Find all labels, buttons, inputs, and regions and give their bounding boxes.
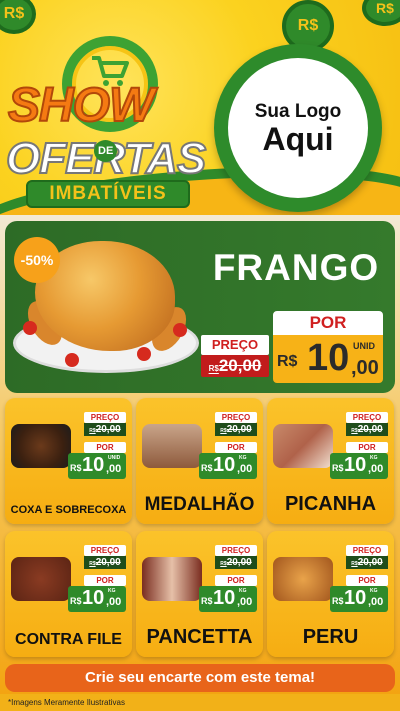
steak-icon bbox=[11, 557, 71, 601]
preco-label: PREÇO bbox=[201, 335, 269, 355]
por-label: POR bbox=[273, 311, 383, 335]
product-new-price: POR R$ 10 UNID ,00 bbox=[68, 442, 126, 479]
por-label: POR bbox=[84, 575, 126, 586]
logo-text-line1: Sua Logo bbox=[254, 101, 342, 122]
new-price-value: R$ 10 KG ,00 bbox=[199, 586, 257, 612]
por-label: POR bbox=[215, 442, 257, 453]
roast-turkey-icon bbox=[273, 557, 333, 601]
preco-label: PREÇO bbox=[215, 412, 257, 423]
product-name: MEDALHÃO bbox=[144, 494, 255, 515]
preco-label: PREÇO bbox=[84, 545, 126, 556]
pancetta-icon bbox=[142, 557, 202, 601]
cta-banner[interactable]: Crie seu encarte com este tema! bbox=[5, 664, 395, 692]
footer-disclaimer: *Imagens Meramente Ilustrativas bbox=[0, 694, 400, 711]
product-new-price: POR R$ 10 KG ,00 bbox=[199, 575, 257, 612]
hero-new-price: POR R$ 10 UNID ,00 bbox=[273, 311, 383, 383]
product-card: PREÇO R$20,00 POR R$ 10 KG ,00 CONTRA FILE bbox=[5, 531, 132, 657]
product-card: PREÇO R$20,00 POR R$ 10 KG ,00 PANCETTA bbox=[136, 531, 263, 657]
product-card: PREÇO R$20,00 POR R$ 10 KG ,00 PICANHA bbox=[267, 398, 394, 524]
new-price-value: R$ 10 UNID ,00 bbox=[273, 335, 383, 383]
old-price-value: R$20,00 bbox=[84, 423, 126, 436]
tomato-image bbox=[23, 321, 37, 335]
product-new-price: POR R$ 10 KG ,00 bbox=[330, 442, 388, 479]
por-label: POR bbox=[84, 442, 126, 453]
product-old-price: PREÇO R$20,00 bbox=[84, 412, 126, 436]
por-label: POR bbox=[346, 575, 388, 586]
flyer: R$ R$ R$ SHOW OFERTAS DE IMBATÍVEIS Sua … bbox=[0, 0, 400, 711]
product-name: PICANHA bbox=[284, 493, 377, 515]
show-title: SHOW bbox=[7, 78, 155, 133]
product-old-price: PREÇO R$20,00 bbox=[84, 545, 126, 569]
new-price-value: R$ 10 KG ,00 bbox=[330, 453, 388, 479]
preco-label: PREÇO bbox=[346, 545, 388, 556]
product-card: PREÇO R$20,00 POR R$ 10 KG ,00 MEDALHÃO bbox=[136, 398, 263, 524]
new-price-value: R$ 10 KG ,00 bbox=[68, 586, 126, 612]
product-name: COXA E SOBRECOXA bbox=[10, 504, 127, 516]
old-price-value: R$20,00 bbox=[346, 556, 388, 569]
logo-text-line2: Aqui bbox=[262, 121, 334, 157]
product-old-price: PREÇO R$20,00 bbox=[346, 412, 388, 436]
coin-icon: R$ bbox=[362, 0, 400, 26]
preco-label: PREÇO bbox=[84, 412, 126, 423]
new-price-value: R$ 10 KG ,00 bbox=[199, 453, 257, 479]
product-old-price: PREÇO R$20,00 bbox=[215, 412, 257, 436]
old-price-value: R$20,00 bbox=[346, 423, 388, 436]
product-name: CONTRA FILE bbox=[15, 631, 122, 648]
meat-skewers-icon bbox=[142, 424, 202, 468]
product-card: PREÇO R$20,00 POR R$ 10 KG ,00 PERU bbox=[267, 531, 394, 657]
header: R$ R$ R$ SHOW OFERTAS DE IMBATÍVEIS Sua … bbox=[0, 0, 400, 215]
product-new-price: POR R$ 10 KG ,00 bbox=[68, 575, 126, 612]
logo-placeholder: Sua Logo Aqui bbox=[214, 44, 382, 212]
old-price-value: R$20,00 bbox=[84, 556, 126, 569]
show-de-ofertas-logo: SHOW OFERTAS DE IMBATÍVEIS bbox=[2, 30, 212, 208]
new-price-value: R$ 10 KG ,00 bbox=[330, 586, 388, 612]
coin-icon: R$ bbox=[0, 0, 36, 34]
hero-old-price: PREÇO R$20,00 bbox=[201, 335, 269, 379]
product-card: PREÇO R$20,00 POR R$ 10 UNID ,00 COXA E SOBRECO… bbox=[5, 398, 132, 524]
imbativeis-banner: IMBATÍVEIS bbox=[26, 180, 190, 208]
discount-badge: -50% bbox=[14, 237, 60, 283]
por-label: POR bbox=[215, 575, 257, 586]
product-old-price: PREÇO R$20,00 bbox=[215, 545, 257, 569]
old-price-value: R$20,00 bbox=[201, 355, 269, 377]
product-name: PANCETTA bbox=[146, 626, 253, 648]
hero-offer-card: -50% FRANGO PREÇO R$20,00 POR R$ 10 UNID… bbox=[5, 221, 395, 393]
por-label: POR bbox=[346, 442, 388, 453]
preco-label: PREÇO bbox=[215, 545, 257, 556]
logo-circle: Sua Logo Aqui bbox=[228, 58, 368, 198]
product-new-price: POR R$ 10 KG ,00 bbox=[330, 575, 388, 612]
chicken-thigh-pan-icon bbox=[11, 424, 71, 468]
new-price-value: R$ 10 UNID ,00 bbox=[68, 453, 126, 479]
picanha-board-icon bbox=[273, 424, 333, 468]
tomato-image bbox=[173, 323, 187, 337]
product-new-price: POR R$ 10 KG ,00 bbox=[199, 442, 257, 479]
preco-label: PREÇO bbox=[346, 412, 388, 423]
old-price-value: R$20,00 bbox=[215, 556, 257, 569]
product-name: PERU bbox=[302, 626, 359, 648]
hero-product-name: FRANGO bbox=[212, 247, 380, 288]
old-price-value: R$20,00 bbox=[215, 423, 257, 436]
product-old-price: PREÇO R$20,00 bbox=[346, 545, 388, 569]
tomato-image bbox=[65, 353, 79, 367]
tomato-image bbox=[137, 347, 151, 361]
